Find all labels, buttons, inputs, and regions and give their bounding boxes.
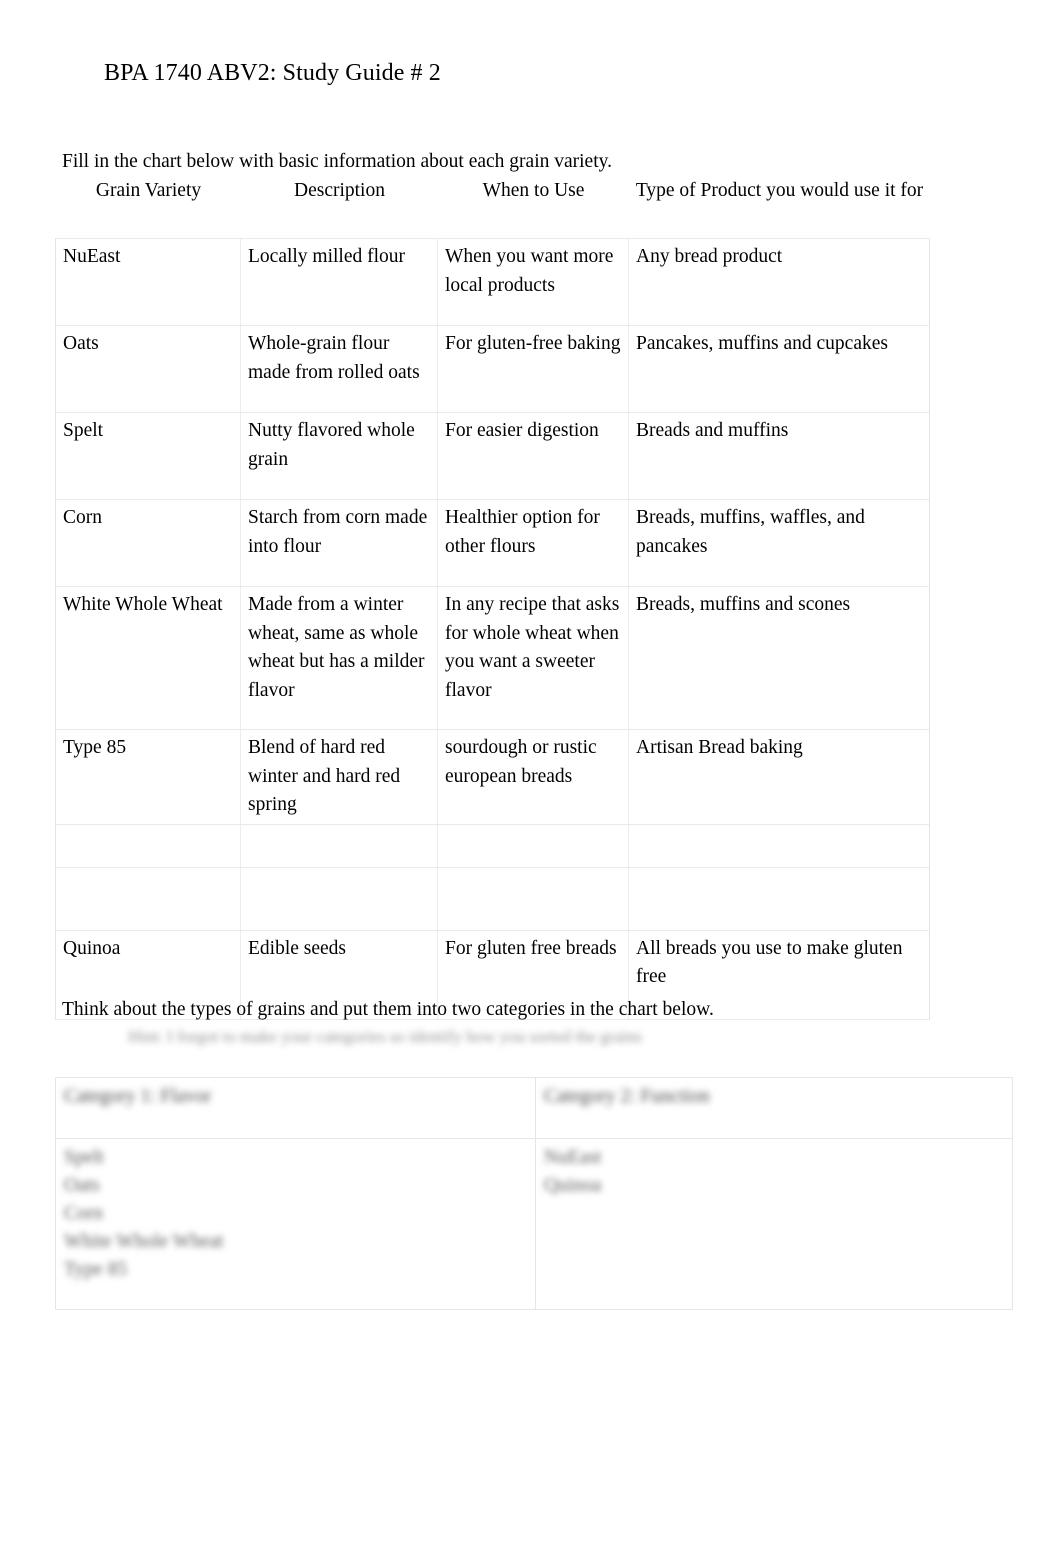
category-two-items-cell[interactable]: NuEast Quinoa xyxy=(535,1138,1013,1310)
list-item: Type 85 xyxy=(64,1256,527,1284)
cell-when-to-use[interactable]: In any recipe that asks for whole wheat … xyxy=(437,586,629,730)
category-two-header-cell[interactable]: Category 2: Function xyxy=(535,1077,1013,1139)
table-row: NuEast Locally milled flour When you wan… xyxy=(55,238,930,326)
column-header-product-type: Type of Product you would use it for xyxy=(628,174,930,239)
table-row: White Whole Wheat Made from a winter whe… xyxy=(55,586,930,730)
column-header-when-to-use: When to Use xyxy=(437,174,629,239)
table-row-empty xyxy=(55,823,930,868)
list-item: Quinoa xyxy=(544,1172,1004,1200)
grain-variety-table: Grain Variety Description When to Use Ty… xyxy=(55,174,930,1020)
category-one-item-4: Type 85 xyxy=(64,1259,128,1280)
cell-when-to-use[interactable]: When you want more local products xyxy=(437,238,629,326)
cell-description[interactable]: Starch from corn made into flour xyxy=(240,499,438,587)
cell-product-type[interactable] xyxy=(628,866,930,931)
cell-variety[interactable]: Spelt xyxy=(55,412,241,500)
category-one-list: Spelt Oats Corn White Whole Wheat Type 8… xyxy=(64,1144,527,1284)
category-one-item-3: White Whole Wheat xyxy=(64,1231,224,1252)
cell-when-to-use[interactable]: For easier digestion xyxy=(437,412,629,500)
document-page: BPA 1740 ABV2: Study Guide # 2 Fill in t… xyxy=(0,0,1062,1556)
cell-description[interactable] xyxy=(240,823,438,868)
cell-product-type[interactable]: Any bread product xyxy=(628,238,930,326)
cell-description[interactable]: Locally milled flour xyxy=(240,238,438,326)
category-one-items-cell[interactable]: Spelt Oats Corn White Whole Wheat Type 8… xyxy=(55,1138,536,1310)
cell-when-to-use[interactable]: sourdough or rustic european breads xyxy=(437,729,629,825)
cell-description[interactable]: Blend of hard red winter and hard red sp… xyxy=(240,729,438,825)
column-header-grain-variety: Grain Variety xyxy=(55,174,241,239)
cell-product-type[interactable]: Breads and muffins xyxy=(628,412,930,500)
instruction-chart-one: Fill in the chart below with basic infor… xyxy=(62,151,612,172)
cell-when-to-use[interactable] xyxy=(437,866,629,931)
page-title: BPA 1740 ABV2: Study Guide # 2 xyxy=(104,60,441,86)
list-item: Spelt xyxy=(64,1144,527,1172)
list-item: White Whole Wheat xyxy=(64,1228,527,1256)
table-header-row: Grain Variety Description When to Use Ty… xyxy=(55,174,930,239)
instruction-chart-two: Think about the types of grains and put … xyxy=(62,999,714,1020)
table-row: Oats Whole-grain flour made from rolled … xyxy=(55,325,930,413)
cell-description[interactable]: Nutty flavored whole grain xyxy=(240,412,438,500)
cell-when-to-use[interactable]: Healthier option for other flours xyxy=(437,499,629,587)
cell-variety[interactable]: Type 85 xyxy=(55,729,241,825)
cell-product-type[interactable]: Breads, muffins and scones xyxy=(628,586,930,730)
instruction-hint-blurred: Hint: I forgot to make your categories s… xyxy=(128,1027,642,1046)
table-row: Corn Starch from corn made into flour He… xyxy=(55,499,930,587)
cell-variety[interactable]: White Whole Wheat xyxy=(55,586,241,730)
category-header-row: Category 1: Flavor Category 2: Function xyxy=(55,1077,1013,1139)
table-row: Spelt Nutty flavored whole grain For eas… xyxy=(55,412,930,500)
list-item: Oats xyxy=(64,1172,527,1200)
table-row-empty xyxy=(55,866,930,931)
cell-variety[interactable]: Corn xyxy=(55,499,241,587)
category-content-row: Spelt Oats Corn White Whole Wheat Type 8… xyxy=(55,1138,1013,1310)
cell-description[interactable]: Made from a winter wheat, same as whole … xyxy=(240,586,438,730)
cell-product-type[interactable]: Pancakes, muffins and cupcakes xyxy=(628,325,930,413)
cell-variety[interactable] xyxy=(55,823,241,868)
cell-description[interactable] xyxy=(240,866,438,931)
category-sorting-table: Category 1: Flavor Category 2: Function … xyxy=(55,1077,1013,1310)
list-item: NuEast xyxy=(544,1144,1004,1172)
category-two-header-label: Category 2: Function xyxy=(544,1086,710,1107)
table-row: Type 85 Blend of hard red winter and har… xyxy=(55,729,930,825)
cell-product-type[interactable] xyxy=(628,823,930,868)
category-two-item-0: NuEast xyxy=(544,1147,602,1168)
category-one-header-label: Category 1: Flavor xyxy=(64,1086,212,1107)
category-one-item-1: Oats xyxy=(64,1175,100,1196)
category-one-item-2: Corn xyxy=(64,1203,103,1224)
category-one-item-0: Spelt xyxy=(64,1147,105,1168)
cell-when-to-use[interactable]: For gluten-free baking xyxy=(437,325,629,413)
category-one-header-cell[interactable]: Category 1: Flavor xyxy=(55,1077,536,1139)
list-item: Corn xyxy=(64,1200,527,1228)
cell-product-type[interactable]: Artisan Bread baking xyxy=(628,729,930,825)
cell-variety[interactable] xyxy=(55,866,241,931)
category-two-list: NuEast Quinoa xyxy=(544,1144,1004,1200)
cell-variety[interactable]: Oats xyxy=(55,325,241,413)
cell-product-type[interactable]: Breads, muffins, waffles, and pancakes xyxy=(628,499,930,587)
cell-when-to-use[interactable] xyxy=(437,823,629,868)
cell-variety[interactable]: NuEast xyxy=(55,238,241,326)
cell-description[interactable]: Whole-grain flour made from rolled oats xyxy=(240,325,438,413)
category-two-item-1: Quinoa xyxy=(544,1175,602,1196)
column-header-description: Description xyxy=(240,174,438,239)
